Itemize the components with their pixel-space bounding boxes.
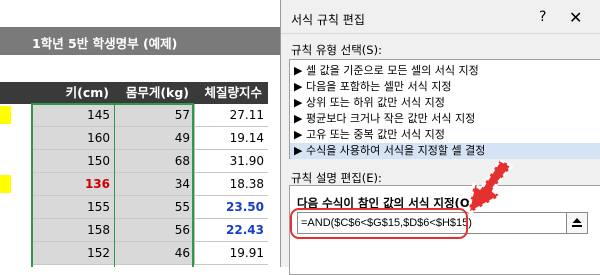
dialog-title: 서식 규칙 편집 bbox=[291, 13, 365, 27]
rule-type-item[interactable]: ▶ 셀 값을 기준으로 모든 셀의 서식 지정 bbox=[294, 63, 479, 79]
cell-height[interactable]: 158 bbox=[31, 219, 115, 242]
cell-height[interactable]: 155 bbox=[31, 196, 115, 219]
cell-weight[interactable]: 34 bbox=[115, 173, 195, 196]
rule-type-item[interactable]: ▶ 평균보다 크거나 작은 값만 서식 지정 bbox=[294, 111, 475, 127]
column-header-height[interactable]: 키(cm) bbox=[31, 82, 115, 104]
collapse-dialog-button[interactable] bbox=[566, 212, 588, 234]
rule-type-label: 규칙 유형 선택(S): bbox=[291, 43, 382, 57]
cell-height[interactable]: 150 bbox=[31, 150, 115, 173]
rule-type-item-selected[interactable]: ▶ 수식을 사용하여 서식을 지정할 셀 결정 bbox=[290, 143, 600, 159]
cell-bmi[interactable]: 19.91 bbox=[195, 242, 268, 265]
rule-type-item[interactable]: ▶ 고유 또는 중복 값만 서식 지정 bbox=[294, 127, 445, 143]
highlight-marker bbox=[0, 175, 11, 193]
cell-weight[interactable]: 68 bbox=[115, 150, 195, 173]
cell-height[interactable]: 145 bbox=[31, 104, 115, 127]
help-button[interactable]: ? bbox=[539, 9, 546, 25]
cell-weight[interactable]: 57 bbox=[115, 104, 195, 127]
rule-description-label: 규칙 설명 편집(E): bbox=[291, 171, 382, 185]
title-divider bbox=[281, 33, 600, 34]
column-header-bmi[interactable]: 체질량지수 bbox=[195, 82, 268, 104]
header-spacer bbox=[0, 82, 31, 104]
close-button[interactable]: ✕ bbox=[569, 8, 582, 27]
highlight-marker bbox=[0, 106, 11, 124]
cell-height[interactable]: 160 bbox=[31, 127, 115, 150]
cell-weight[interactable]: 55 bbox=[115, 196, 195, 219]
cell-bmi[interactable]: 23.50 bbox=[195, 196, 268, 219]
cell-bmi[interactable]: 31.90 bbox=[195, 150, 268, 173]
cell-bmi[interactable]: 18.38 bbox=[195, 173, 268, 196]
cell-bmi[interactable]: 22.43 bbox=[195, 219, 268, 242]
cell-weight[interactable]: 46 bbox=[115, 242, 195, 265]
cell-height[interactable]: 152 bbox=[31, 242, 115, 265]
rule-type-item[interactable]: ▶ 상위 또는 하위 값만 서식 지정 bbox=[294, 95, 445, 111]
column-header-weight[interactable]: 몸무게(kg) bbox=[115, 82, 195, 104]
sheet-title: 1학년 5반 학생명부 (예제) bbox=[32, 36, 178, 51]
cell-weight[interactable]: 56 bbox=[115, 219, 195, 242]
cell-height[interactable]: 136 bbox=[31, 173, 115, 196]
rule-type-item[interactable]: ▶ 다음을 포함하는 셀만 서식 지정 bbox=[294, 79, 452, 95]
selection-divider bbox=[114, 103, 115, 267]
cell-weight[interactable]: 49 bbox=[115, 127, 195, 150]
collapse-icon bbox=[572, 218, 582, 227]
rule-type-list[interactable]: ▶ 셀 값을 기준으로 모든 셀의 서식 지정 ▶ 다음을 포함하는 셀만 서식… bbox=[289, 59, 600, 159]
cell-bmi[interactable]: 27.11 bbox=[195, 104, 268, 127]
cell-bmi[interactable]: 19.14 bbox=[195, 127, 268, 150]
annotation-arrow-icon bbox=[466, 160, 514, 216]
